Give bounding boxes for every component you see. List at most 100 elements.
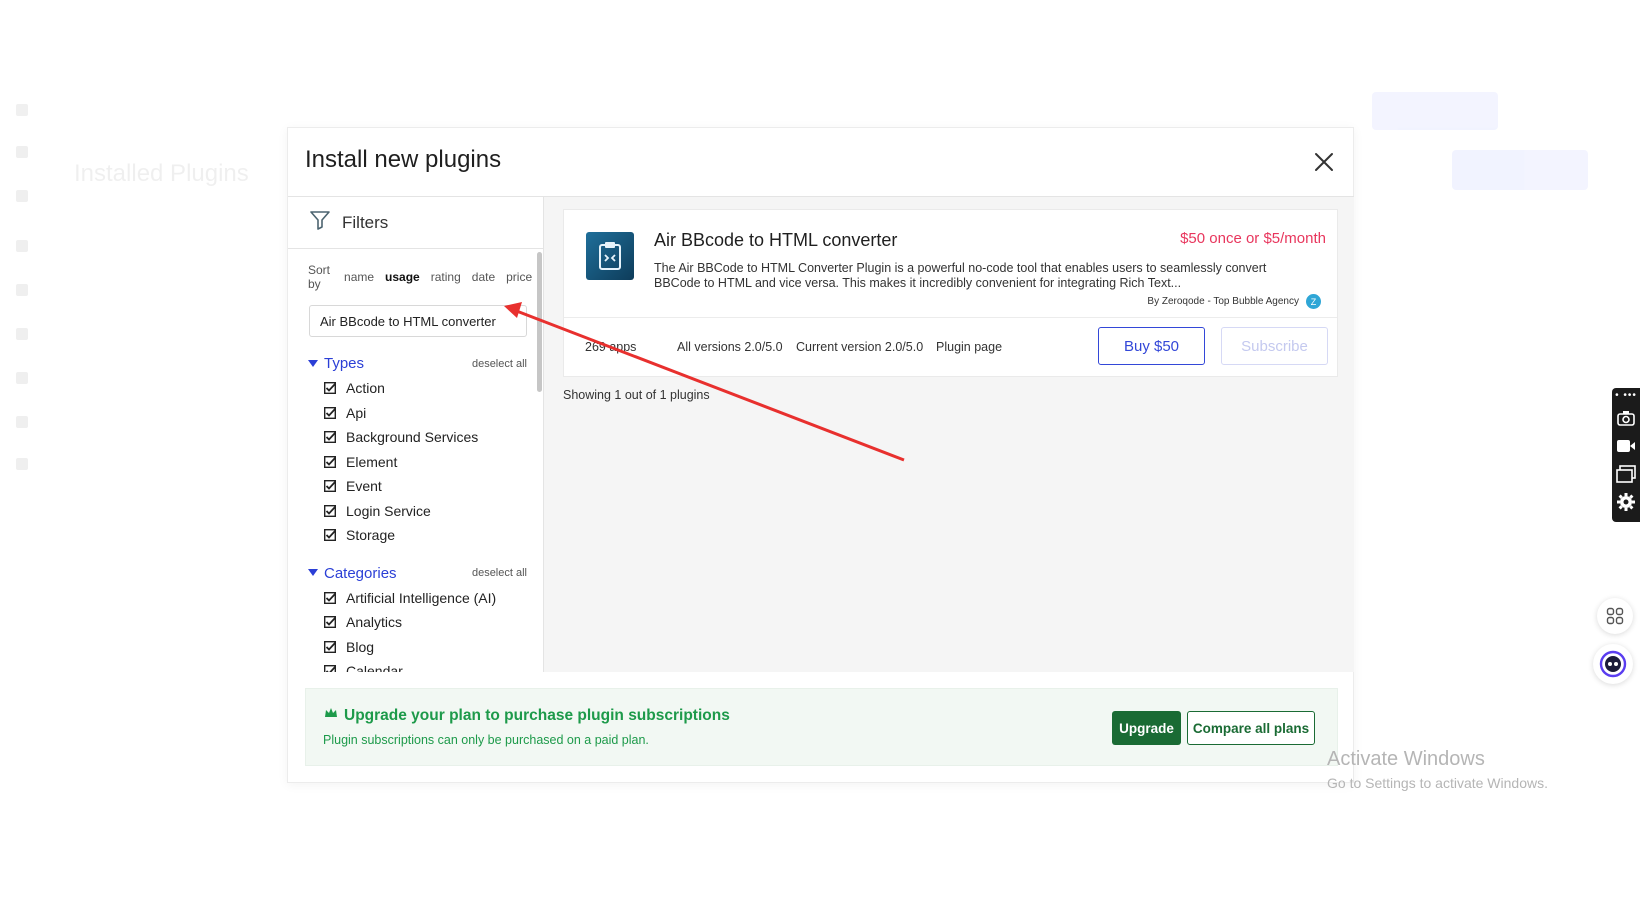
type-label: Background Services: [346, 429, 479, 446]
drag-handle-icon[interactable]: • •••: [1615, 391, 1637, 401]
recorder-toolbar: • •••: [1612, 388, 1640, 522]
plugin-app-count: 269 apps: [585, 340, 637, 354]
modal-title: Install new plugins: [305, 146, 502, 173]
type-label: Action: [346, 380, 385, 397]
checkbox-checked-icon: [324, 431, 336, 444]
background-sidebar-icon: [16, 240, 28, 252]
category-label: Calendar: [346, 663, 403, 672]
verified-badge-icon: Z: [1306, 294, 1321, 309]
background-sidebar-icon: [16, 146, 28, 158]
window-capture-icon[interactable]: [1616, 464, 1636, 484]
caret-down-icon: [308, 359, 318, 367]
checkbox-checked-icon: [324, 665, 336, 672]
category-label: Artificial Intelligence (AI): [346, 589, 497, 606]
types-deselect-all[interactable]: deselect all: [472, 358, 527, 370]
filter-icon: [310, 210, 330, 235]
upgrade-title: Upgrade your plan to purchase plugin sub…: [324, 706, 730, 725]
settings-gear-icon[interactable]: [1616, 492, 1636, 512]
types-list: Action Api Background Services Element E…: [288, 376, 543, 548]
plugin-all-versions: All versions 2.0/5.0: [677, 340, 783, 354]
type-label: Login Service: [346, 502, 431, 519]
plugin-card[interactable]: Air BBcode to HTML converter $50 once or…: [563, 209, 1338, 377]
category-checkbox-calendar[interactable]: Calendar: [288, 659, 543, 672]
checkbox-checked-icon: [324, 504, 336, 517]
card-divider: [564, 317, 1337, 318]
plugin-name[interactable]: Air BBcode to HTML converter: [654, 230, 897, 251]
plugin-page-link[interactable]: Plugin page: [936, 340, 1002, 354]
type-checkbox-element[interactable]: Element: [288, 450, 543, 475]
video-camera-icon[interactable]: [1616, 436, 1636, 456]
checkbox-checked-icon: [324, 406, 336, 419]
subscribe-button[interactable]: Subscribe: [1221, 327, 1328, 365]
type-label: Event: [346, 478, 382, 495]
apps-grid-icon[interactable]: [1597, 598, 1633, 634]
type-checkbox-api[interactable]: Api: [288, 401, 543, 426]
plugin-logo-icon: [586, 232, 634, 280]
filters-panel: Filters Sort by name usage rating date p…: [288, 196, 544, 672]
sort-option-name[interactable]: name: [344, 270, 374, 284]
results-panel: Air BBcode to HTML converter $50 once or…: [544, 196, 1354, 672]
activate-windows-watermark: Activate Windows Go to Settings to activ…: [1327, 748, 1548, 791]
types-toggle[interactable]: Types: [308, 355, 364, 372]
type-label: Storage: [346, 527, 396, 544]
sort-option-price[interactable]: price: [506, 270, 532, 284]
upgrade-button[interactable]: Upgrade: [1112, 711, 1181, 745]
filters-label: Filters: [342, 212, 389, 232]
category-label: Analytics: [346, 614, 403, 631]
checkbox-checked-icon: [324, 529, 336, 542]
categories-label: Categories: [324, 564, 397, 582]
sort-option-usage[interactable]: usage: [385, 270, 420, 284]
background-sidebar-icon: [16, 416, 28, 428]
assistant-bot-icon[interactable]: [1593, 644, 1633, 684]
watermark-line1: Activate Windows: [1327, 748, 1485, 770]
categories-deselect-all[interactable]: deselect all: [472, 567, 527, 579]
crown-icon: [324, 706, 338, 725]
close-icon[interactable]: [1312, 150, 1336, 174]
background-sidebar-icon: [16, 104, 28, 116]
caret-down-icon: [308, 569, 318, 576]
checkbox-checked-icon: [324, 455, 336, 468]
upgrade-title-text: Upgrade your plan to purchase plugin sub…: [344, 706, 730, 724]
category-checkbox-blog[interactable]: Blog: [288, 635, 543, 660]
compare-plans-button[interactable]: Compare all plans: [1187, 711, 1315, 745]
background-sidebar-icon: [16, 458, 28, 470]
category-label: Blog: [346, 638, 375, 655]
camera-icon[interactable]: [1616, 408, 1636, 428]
types-section-header: Types deselect all: [288, 355, 543, 372]
plugin-search-input[interactable]: [309, 305, 527, 337]
checkbox-checked-icon: [324, 591, 336, 604]
plugin-price: $50 once or $5/month: [1180, 230, 1326, 247]
types-label: Types: [324, 355, 365, 372]
categories-section-header: Categories deselect all: [288, 565, 543, 582]
type-checkbox-background-services[interactable]: Background Services: [288, 425, 543, 450]
sort-option-date[interactable]: date: [472, 270, 495, 284]
filters-scrollbar[interactable]: [537, 252, 542, 392]
category-checkbox-ai[interactable]: Artificial Intelligence (AI): [288, 586, 543, 611]
background-sidebar-icon: [16, 328, 28, 340]
type-checkbox-action[interactable]: Action: [288, 376, 543, 401]
watermark-line2: Go to Settings to activate Windows.: [1327, 775, 1548, 791]
type-label: Api: [346, 404, 367, 421]
categories-list: Artificial Intelligence (AI) Analytics B…: [288, 586, 543, 672]
results-count: Showing 1 out of 1 plugins: [563, 388, 710, 402]
background-page-title: Installed Plugins: [74, 160, 249, 187]
type-checkbox-login-service[interactable]: Login Service: [288, 499, 543, 524]
type-label: Element: [346, 453, 398, 470]
category-checkbox-analytics[interactable]: Analytics: [288, 610, 543, 635]
background-sidebar-icon: [16, 284, 28, 296]
upgrade-banner: Upgrade your plan to purchase plugin sub…: [305, 688, 1338, 766]
categories-toggle[interactable]: Categories: [308, 565, 397, 582]
plugin-author[interactable]: By Zeroqode - Top Bubble Agency: [1147, 296, 1299, 307]
type-checkbox-event[interactable]: Event: [288, 474, 543, 499]
background-top-button: [1372, 92, 1498, 130]
background-sidebar-icon: [16, 190, 28, 202]
checkbox-checked-icon: [324, 480, 336, 493]
checkbox-checked-icon: [324, 640, 336, 653]
type-checkbox-storage[interactable]: Storage: [288, 523, 543, 548]
buy-button[interactable]: Buy $50: [1098, 327, 1205, 365]
checkbox-checked-icon: [324, 616, 336, 629]
background-sidebar-icon: [16, 372, 28, 384]
filters-header: Filters: [288, 197, 543, 249]
sort-option-rating[interactable]: rating: [431, 270, 461, 284]
upgrade-subtitle: Plugin subscriptions can only be purchas…: [323, 733, 649, 747]
